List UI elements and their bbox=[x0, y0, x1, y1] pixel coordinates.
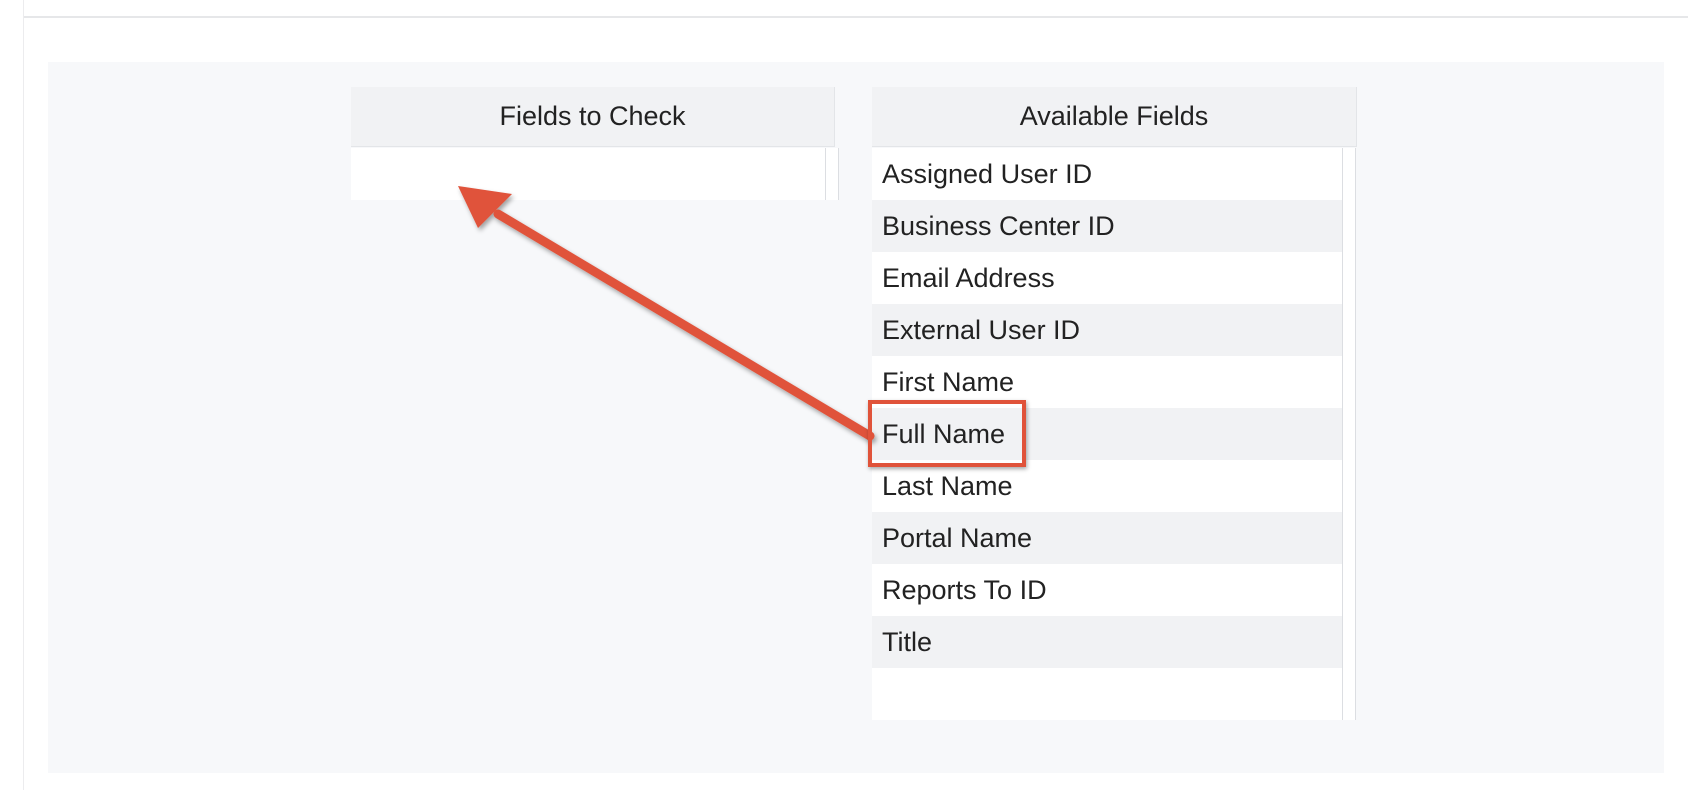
fields-to-check-dropzone[interactable] bbox=[351, 148, 832, 200]
available-fields-list: Assigned User ID Business Center ID Email … bbox=[872, 148, 1342, 720]
available-field-item[interactable]: Assigned User ID bbox=[872, 148, 1342, 200]
available-field-item[interactable]: External User ID bbox=[872, 304, 1342, 356]
available-field-item[interactable]: Business Center ID bbox=[872, 200, 1342, 252]
available-field-item[interactable]: Last Name bbox=[872, 460, 1342, 512]
fields-to-check-scrollbar[interactable] bbox=[825, 148, 839, 200]
available-fields-scrollbar[interactable] bbox=[1342, 148, 1356, 720]
available-fields-empty-row bbox=[872, 668, 1342, 720]
top-divider bbox=[23, 16, 1688, 18]
fields-to-check-header: Fields to Check bbox=[351, 87, 835, 147]
available-field-item[interactable]: Full Name bbox=[872, 408, 1342, 460]
available-fields-header: Available Fields bbox=[872, 87, 1357, 147]
left-divider bbox=[23, 0, 24, 790]
available-field-item[interactable]: Reports To ID bbox=[872, 564, 1342, 616]
available-field-item[interactable]: Title bbox=[872, 616, 1342, 668]
available-field-item[interactable]: Email Address bbox=[872, 252, 1342, 304]
duplicate-check-panel: Fields to Check Available Fields Assigne… bbox=[48, 62, 1664, 773]
available-field-item[interactable]: Portal Name bbox=[872, 512, 1342, 564]
available-field-item[interactable]: First Name bbox=[872, 356, 1342, 408]
